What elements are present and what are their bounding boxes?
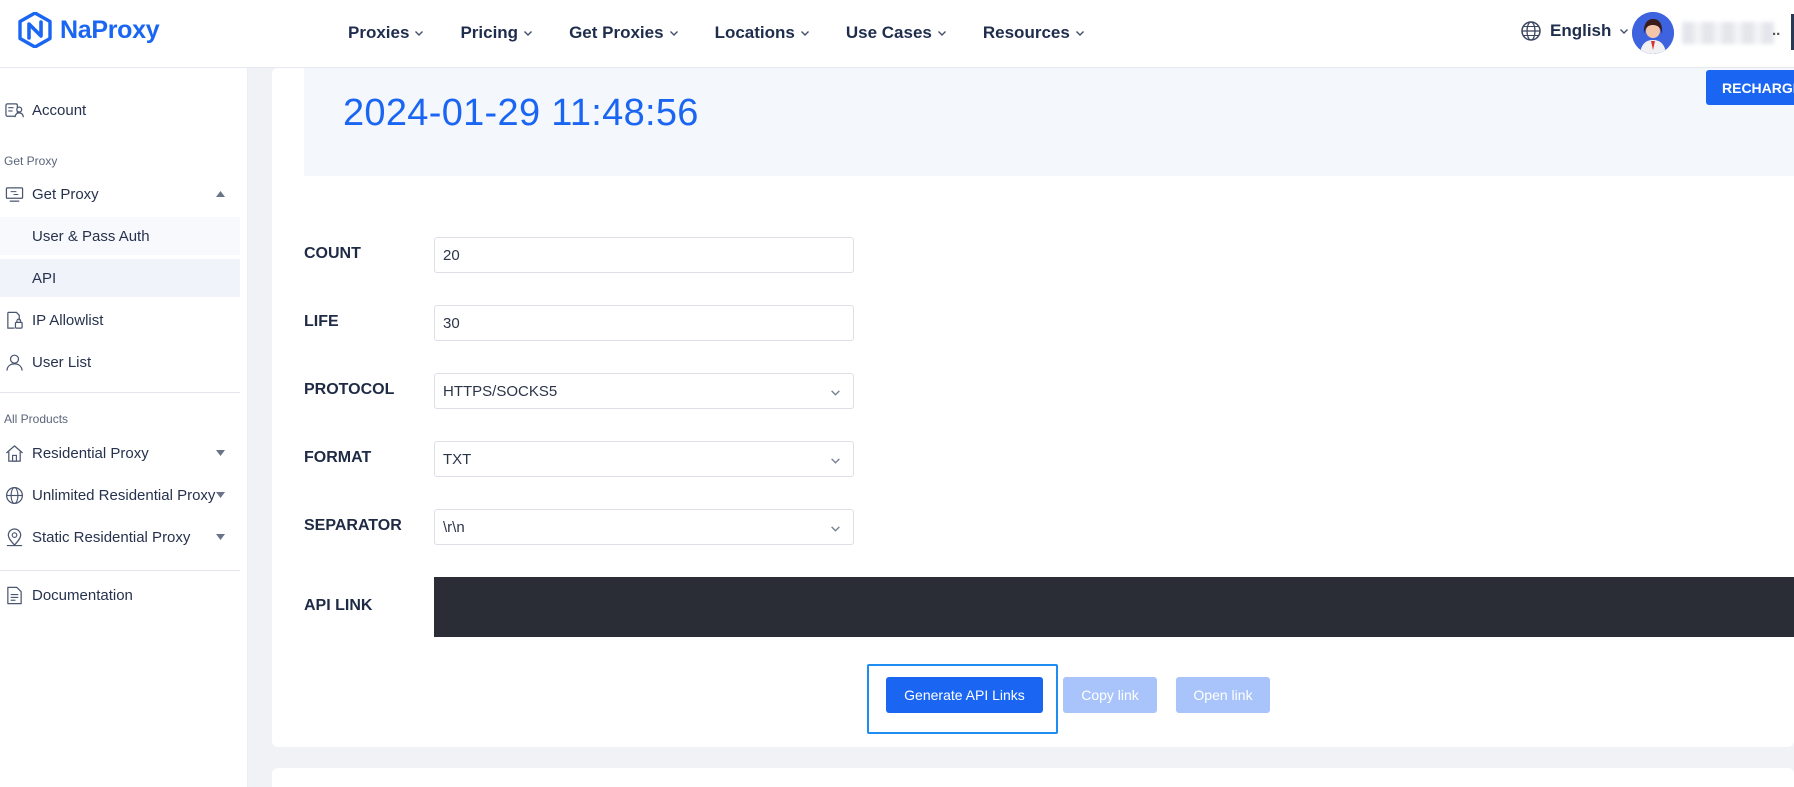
chevron-down-icon [831,526,840,532]
sidebar-group-get-proxy: Get Proxy [4,154,58,168]
sidebar-item-user-list[interactable]: User List [0,343,240,381]
sidebar-item-api[interactable]: API [0,259,240,297]
location-pin-icon [6,528,23,547]
separator-select[interactable]: \r\n [434,509,854,545]
nav-resources-label: Resources [982,23,1070,42]
sidebar-group-all-products: All Products [4,412,69,426]
chevron-down-icon [524,31,533,36]
life-input[interactable]: 30 [434,305,854,341]
chevron-down-icon [831,458,840,464]
life-value: 30 [443,314,460,332]
life-label: LIFE [304,313,339,330]
top-navbar: NaProxy Proxies Pricing Get Proxies Loca… [0,0,1794,68]
caret-down-icon [216,492,225,498]
chevron-down-icon [1620,29,1629,34]
format-select[interactable]: TXT [434,441,854,477]
chevron-down-icon [1075,31,1084,36]
sidebar-divider [0,570,240,571]
globe-icon [5,486,24,505]
sidebar: Account Get Proxy Get Proxy User & Pass … [0,68,248,787]
avatar-image [1632,12,1674,54]
separator-value: \r\n [443,518,465,536]
nav-use-cases-label: Use Cases [845,23,932,42]
api-link-label: API LINK [304,597,373,614]
account-icon [5,103,24,118]
sidebar-item-label: IP Allowlist [32,311,104,329]
caret-down-icon [216,450,225,456]
chevron-down-icon [937,31,946,36]
brand-name: NaProxy [60,15,160,44]
ip-list-icon [7,311,23,329]
chevron-down-icon [800,31,809,36]
sidebar-item-user-pass-auth[interactable]: User & Pass Auth [0,217,240,255]
nav-get-proxies-label: Get Proxies [569,23,664,42]
sidebar-divider [0,392,240,393]
main-nav: Proxies Pricing Get Proxies Locations Us… [348,0,1085,66]
caret-up-icon [216,191,225,197]
document-icon [7,586,22,605]
protocol-value: HTTPS/SOCKS5 [443,382,558,400]
nav-resources[interactable]: Resources [983,23,1085,43]
nav-locations[interactable]: Locations [715,23,810,43]
user-avatar[interactable] [1632,12,1674,54]
api-link-output[interactable] [434,577,1794,637]
language-label: English [1550,21,1612,40]
lower-card [272,768,1794,787]
brand-logo[interactable]: NaProxy [18,12,160,48]
username-redacted [1682,22,1774,44]
sidebar-item-label: Static Residential Proxy [32,528,191,546]
format-value: TXT [443,450,472,468]
username-ellipsis: .. [1772,22,1781,39]
nav-use-cases[interactable]: Use Cases [846,23,947,43]
chevron-down-icon [415,31,424,36]
sidebar-item-label: User & Pass Auth [32,227,150,245]
sidebar-item-unlimited-residential-proxy[interactable]: Unlimited Residential Proxy [0,476,240,514]
sidebar-item-label: Residential Proxy [32,444,149,462]
sidebar-item-documentation[interactable]: Documentation [0,576,240,614]
sidebar-item-ip-allowlist[interactable]: IP Allowlist [0,301,240,339]
recharge-button[interactable]: RECHARGE [1706,70,1794,105]
sidebar-item-label: Get Proxy [32,185,99,203]
globe-icon [1521,21,1541,41]
copy-link-button[interactable]: Copy link [1063,677,1157,713]
user-icon [6,354,23,371]
open-link-button[interactable]: Open link [1176,677,1270,713]
caret-down-icon [216,534,225,540]
sidebar-item-static-residential-proxy[interactable]: Static Residential Proxy [0,518,240,556]
nav-pricing-label: Pricing [460,23,519,42]
nav-locations-label: Locations [714,23,795,42]
naproxy-logo-icon [18,12,52,48]
sidebar-item-residential-proxy[interactable]: Residential Proxy [0,434,240,472]
count-input[interactable]: 20 [434,237,854,273]
sidebar-item-label: Documentation [32,586,133,604]
nav-get-proxies[interactable]: Get Proxies [569,23,679,43]
generate-api-links-button[interactable]: Generate API Links [886,677,1043,713]
protocol-label: PROTOCOL [304,381,395,398]
sidebar-item-get-proxy[interactable]: Get Proxy [0,175,240,213]
nav-proxies-label: Proxies [348,23,410,42]
sidebar-item-account[interactable]: Account [0,91,240,129]
chevron-down-icon [669,31,678,36]
nav-pricing[interactable]: Pricing [460,23,533,43]
nav-proxies[interactable]: Proxies [348,23,424,43]
sidebar-item-label: User List [32,353,92,371]
sidebar-item-label: API [32,269,57,287]
current-timestamp: 2024-01-29 11:48:56 [343,92,699,134]
format-label: FORMAT [304,449,372,466]
home-icon [6,445,23,462]
language-selector[interactable]: English [1520,20,1629,42]
count-value: 20 [443,246,460,264]
sidebar-item-label: Account [32,101,87,119]
count-label: COUNT [304,245,361,262]
chevron-down-icon [831,390,840,396]
sidebar-item-label: Unlimited Residential Proxy [32,486,216,504]
protocol-select[interactable]: HTTPS/SOCKS5 [434,373,854,409]
separator-label: SEPARATOR [304,517,402,534]
monitor-icon [5,187,24,202]
